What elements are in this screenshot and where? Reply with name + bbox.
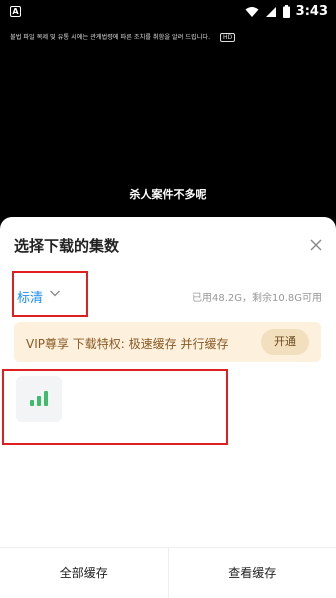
chevron-down-icon — [50, 290, 60, 297]
wifi-icon — [245, 6, 259, 17]
clock: 3:43 — [295, 4, 328, 19]
download-sheet: 选择下载的集数 标清 已用48.2G，剩余10.8G可用 VIP尊享 下载特权:… — [0, 217, 336, 598]
status-bar: A 3:43 — [0, 0, 336, 24]
storage-info: 已用48.2G，剩余10.8G可用 — [191, 293, 322, 304]
quality-selector[interactable]: 标清 — [12, 271, 88, 317]
video-player[interactable]: 불법 파일 복제 및 유통 시에는 관계법령에 따른 조치를 취함을 알려 드립… — [0, 24, 336, 224]
copyright-notice: 불법 파일 복제 및 유통 시에는 관계법령에 따른 조치를 취함을 알려 드립… — [10, 32, 236, 42]
vip-banner[interactable]: VIP尊享 下载特权: 极速缓存 并行缓存 开通 — [14, 322, 321, 362]
sheet-title: 选择下载的集数 — [14, 237, 120, 255]
cache-all-button[interactable]: 全部缓存 — [0, 548, 168, 598]
view-cache-button[interactable]: 查看缓存 — [167, 548, 336, 598]
quality-label: 标清 — [17, 291, 44, 306]
signal-bars-icon — [30, 391, 48, 406]
episode-item[interactable] — [16, 376, 62, 422]
cellular-signal-icon — [265, 6, 276, 17]
episode-list — [2, 369, 228, 445]
video-subtitle: 杀人案件不多呢 — [129, 188, 207, 201]
bottom-action-bar: 全部缓存 查看缓存 — [0, 547, 336, 598]
vip-banner-text: VIP尊享 下载特权: 极速缓存 并行缓存 — [26, 337, 229, 351]
hd-badge: HD — [220, 33, 236, 42]
copyright-notice-text: 불법 파일 복제 및 유통 시에는 관계법령에 따른 조치를 취함을 알려 드립… — [10, 34, 211, 41]
close-icon[interactable] — [308, 237, 324, 253]
status-icons: 3:43 — [245, 4, 328, 19]
vip-open-button[interactable]: 开通 — [261, 329, 309, 355]
app-notification-icon: A — [10, 6, 21, 17]
battery-icon — [282, 5, 290, 18]
